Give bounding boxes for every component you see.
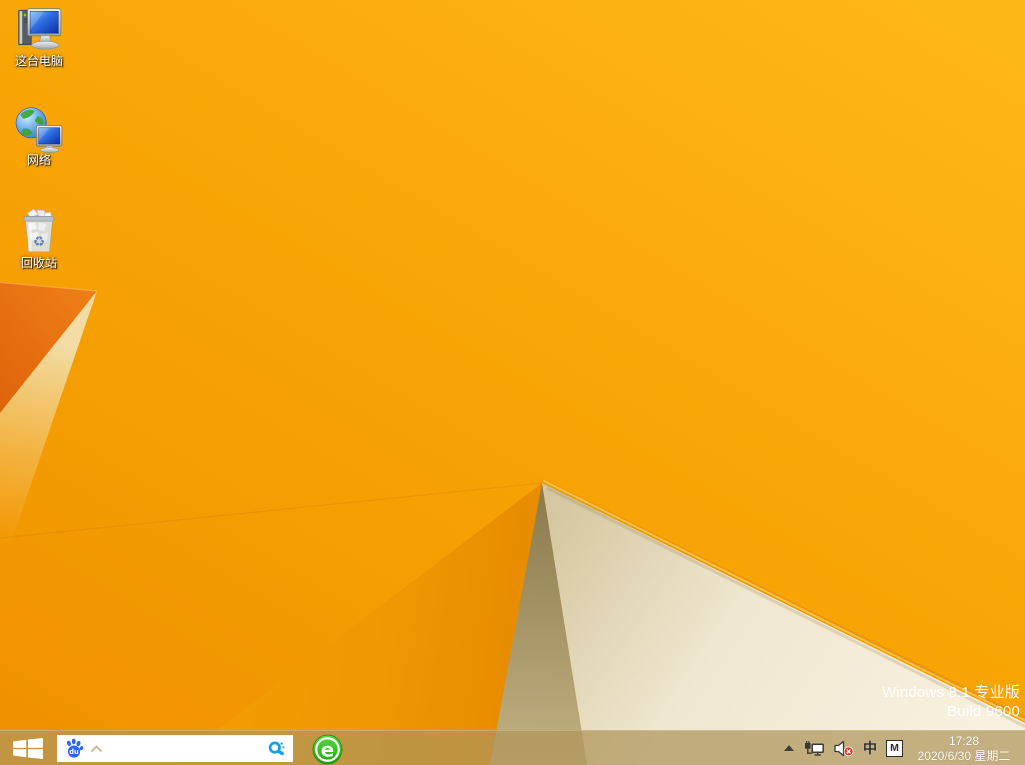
baidu-search-bar: du <box>57 735 293 762</box>
desktop-icon-recycle-bin[interactable]: ♻ 回收站 <box>3 206 75 270</box>
taskbar: du e <box>0 730 1025 765</box>
this-pc-icon <box>14 4 64 54</box>
baidu-search-icon[interactable] <box>267 739 286 758</box>
ime-mode-badge: M <box>886 740 903 757</box>
windows-logo-icon <box>13 738 43 759</box>
chevron-up-icon <box>783 744 795 752</box>
ime-language-button[interactable]: 中 <box>863 738 877 758</box>
start-button[interactable] <box>6 731 50 765</box>
taskbar-clock[interactable]: 17:28 2020/6/30 星期二 <box>906 734 1022 764</box>
collapse-chevron-icon[interactable] <box>90 745 103 753</box>
desktop-icon-network[interactable]: 网络 <box>3 103 75 167</box>
browser-letter: e <box>320 738 333 761</box>
baidu-logo-text: du <box>69 748 79 756</box>
system-tray: 中 M <box>783 731 903 765</box>
clock-time: 17:28 <box>906 734 1022 749</box>
ime-chinese-indicator: 中 <box>863 738 877 758</box>
volume-muted-icon <box>834 740 854 757</box>
watermark-edition: Windows 8.1 专业版 <box>882 683 1020 702</box>
desktop-screen: 这台电脑 网络 <box>0 0 1025 765</box>
network-status-icon <box>804 740 825 757</box>
desktop-icon-label: 这台电脑 <box>15 55 63 68</box>
desktop-icon-label: 网络 <box>27 154 51 167</box>
network-icon <box>14 103 64 153</box>
watermark-build: Build 9600 <box>882 702 1020 721</box>
ime-mode-button[interactable]: M <box>886 740 903 757</box>
recycle-bin-icon: ♻ <box>14 206 64 256</box>
recycle-symbol: ♻ <box>33 234 45 250</box>
green-e-browser-button[interactable]: e <box>310 733 344 765</box>
show-hidden-icons-button[interactable] <box>783 744 795 752</box>
desktop-icon-this-pc[interactable]: 这台电脑 <box>3 4 75 68</box>
desktop-icon-label: 回收站 <box>21 257 57 270</box>
clock-date: 2020/6/30 星期二 <box>906 749 1022 764</box>
green-e-browser-icon: e <box>312 734 343 765</box>
volume-tray-button[interactable] <box>834 740 854 757</box>
baidu-logo-icon[interactable]: du <box>64 738 84 759</box>
windows-watermark: Windows 8.1 专业版 Build 9600 <box>882 683 1020 721</box>
wallpaper-image <box>0 0 1025 765</box>
network-tray-button[interactable] <box>804 740 825 757</box>
search-input[interactable] <box>109 734 261 763</box>
